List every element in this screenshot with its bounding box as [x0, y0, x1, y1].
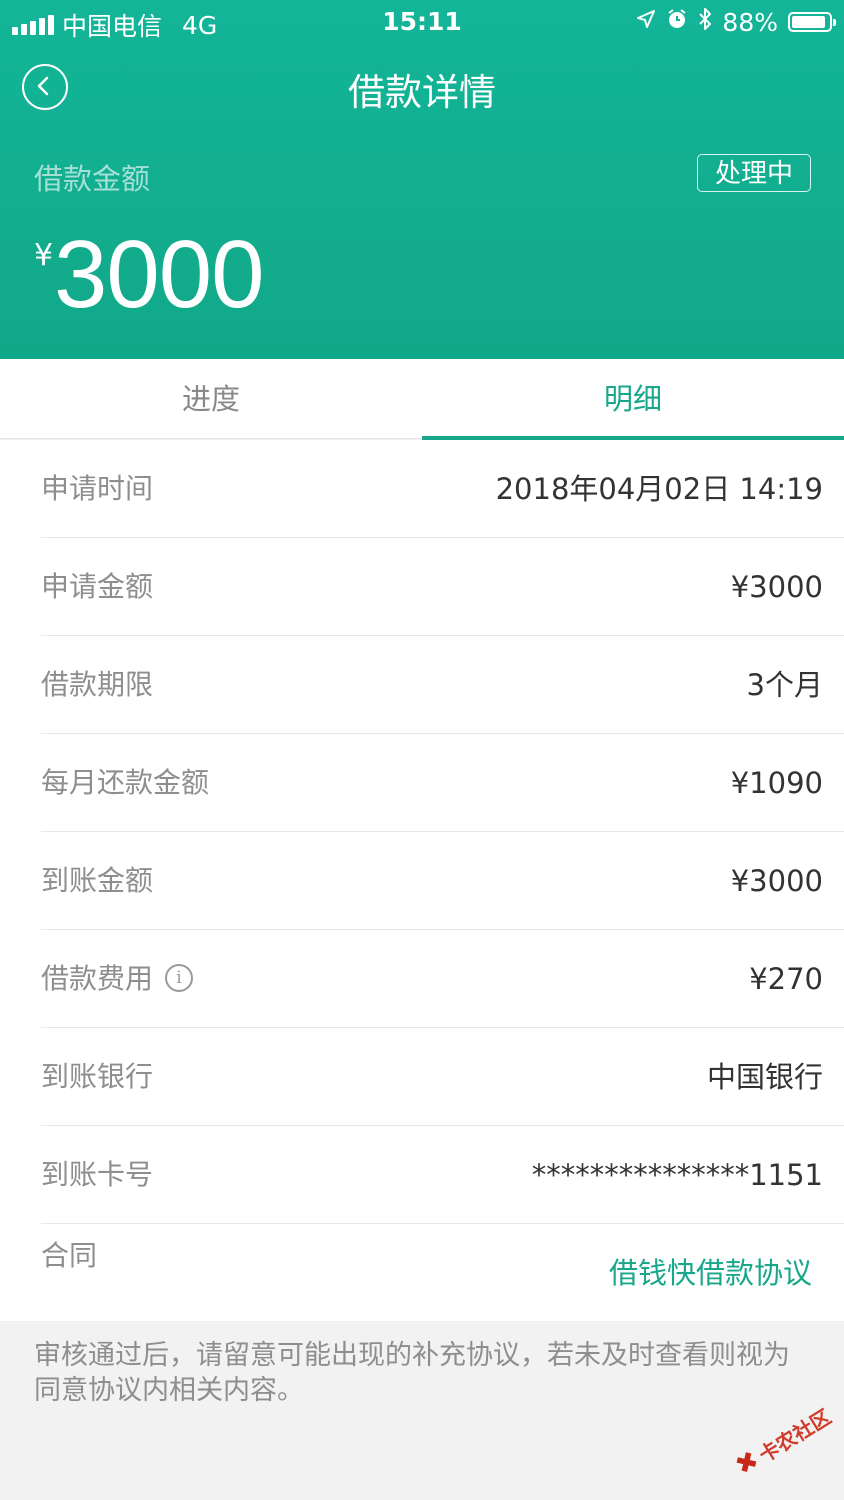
bluetooth-icon: [698, 7, 712, 37]
loan-amount-value: 3000: [54, 221, 265, 328]
detail-row-apply-amount: 申请金额 ¥3000: [41, 538, 844, 636]
alarm-icon: [666, 8, 688, 36]
notice-text: 审核通过后，请留意可能出现的补充协议，若未及时查看则视为同意协议内相关内容。: [34, 1340, 790, 1406]
detail-row-contract: 合同 借钱快借款协议: [41, 1224, 844, 1322]
detail-label: 到账银行: [41, 1060, 154, 1093]
status-badge: 处理中: [697, 154, 811, 192]
detail-value: ¥1090: [730, 766, 823, 800]
detail-label: 到账金额: [41, 864, 154, 897]
tab-progress[interactable]: 进度: [0, 359, 422, 439]
battery-icon: [788, 12, 836, 32]
detail-label: 到账卡号: [41, 1158, 154, 1191]
detail-value: 中国银行: [706, 1060, 823, 1094]
detail-label: 申请时间: [41, 472, 154, 505]
details-list: 申请时间 2018年04月02日 14:19 申请金额 ¥3000 借款期限 3…: [0, 440, 844, 1321]
loan-header: 中国电信 4G 15:11 88% 借款详情 借款金额 处理中 ¥ 3000: [0, 0, 844, 359]
location-icon: [636, 9, 656, 35]
detail-label-with-icon: 借款费用 i: [41, 930, 194, 1028]
detail-label: 每月还款金额: [41, 766, 210, 799]
detail-row-received-amount: 到账金额 ¥3000: [41, 832, 844, 930]
tab-details[interactable]: 明细: [422, 359, 844, 440]
tab-bar: 进度 明细: [0, 359, 844, 440]
watermark-text: 卡农社区: [754, 1404, 836, 1467]
contract-link[interactable]: 借钱快借款协议: [609, 1224, 812, 1322]
detail-row-monthly-repayment: 每月还款金额 ¥1090: [41, 734, 844, 832]
detail-value: 2018年04月02日 14:19: [495, 472, 823, 506]
detail-row-loan-fee: 借款费用 i ¥270: [41, 930, 844, 1028]
battery-percent: 88%: [722, 7, 778, 37]
status-right: 88%: [636, 7, 836, 37]
info-icon[interactable]: i: [165, 964, 194, 992]
detail-row-loan-term: 借款期限 3个月: [41, 636, 844, 734]
detail-value: ¥3000: [730, 570, 823, 604]
detail-row-bank: 到账银行 中国银行: [41, 1028, 844, 1126]
currency-symbol: ¥: [34, 238, 54, 273]
status-bar: 中国电信 4G 15:11 88%: [0, 0, 844, 42]
detail-label: 借款期限: [41, 668, 154, 701]
detail-value: ***************1151: [531, 1158, 823, 1192]
detail-value: ¥3000: [730, 864, 823, 898]
detail-label: 借款费用: [41, 962, 154, 995]
detail-row-apply-time: 申请时间 2018年04月02日 14:19: [41, 440, 844, 538]
detail-row-card-number: 到账卡号 ***************1151: [41, 1126, 844, 1224]
detail-value: 3个月: [746, 668, 823, 702]
detail-label: 申请金额: [41, 570, 154, 603]
detail-label: 合同: [41, 1239, 98, 1272]
loan-amount-label: 借款金额: [34, 162, 151, 196]
watermark-logo: ✖ 卡农社区: [730, 1400, 836, 1482]
detail-value: ¥270: [749, 962, 823, 996]
page-title: 借款详情: [348, 71, 496, 114]
